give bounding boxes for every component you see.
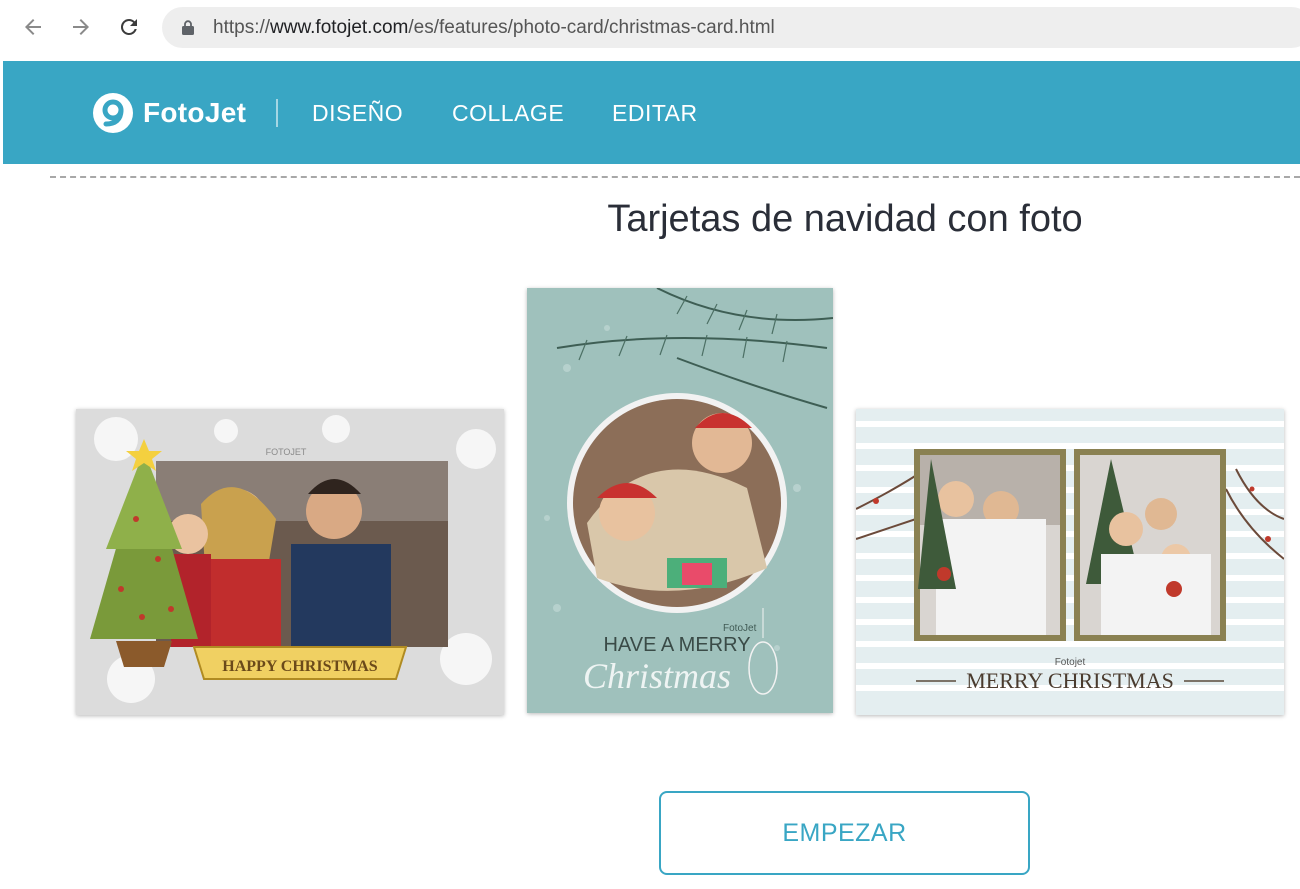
site-header: FotoJet DISEÑO COLLAGE EDITAR [3,61,1300,164]
lock-icon [182,20,194,40]
page-title: Tarjetas de navidad con foto [607,198,1083,240]
back-button[interactable] [18,12,48,42]
card2-watermark: FotoJet [723,623,757,634]
card2-line1: HAVE A MERRY [603,634,750,656]
dashed-divider [50,176,1300,178]
browser-toolbar: https://www.fotojet.com/es/features/phot… [0,0,1300,58]
reload-icon [117,15,141,39]
nav-diseno[interactable]: DISEÑO [312,100,403,127]
reload-button[interactable] [114,12,144,42]
start-button[interactable]: EMPEZAR [659,791,1030,875]
logo[interactable]: FotoJet [93,93,246,133]
card1-banner-text: HAPPY CHRISTMAS [222,658,378,675]
logo-text: FotoJet [143,97,247,128]
card-merry-christmas[interactable]: Fotojet MERRY CHRISTMAS [856,409,1284,715]
arrow-left-icon [21,15,45,39]
fotojet-logo-icon [93,93,133,133]
nav-collage[interactable]: COLLAGE [452,100,564,127]
card2-line2: Christmas [583,656,731,696]
address-bar[interactable]: https://www.fotojet.com/es/features/phot… [162,7,1300,48]
arrow-right-icon [69,15,93,39]
header-divider [276,99,278,127]
url-path: /es/features/photo-card/christmas-card.h… [408,17,775,38]
forward-button[interactable] [66,12,96,42]
nav-editar[interactable]: EDITAR [612,100,698,127]
card3-watermark: Fotojet [1055,657,1086,668]
card-have-a-merry-christmas[interactable]: FotoJet HAVE A MERRY Christmas [527,288,833,713]
card-happy-christmas[interactable]: HAPPY CHRISTMAS FOTOJET [76,409,504,715]
url-host: www.fotojet.com [270,17,409,38]
card1-watermark: FOTOJET [266,447,307,457]
url-scheme: https:// [213,17,271,38]
url-text: https://www.fotojet.com/es/features/phot… [213,17,775,39]
card3-caption: MERRY CHRISTMAS [966,668,1174,693]
